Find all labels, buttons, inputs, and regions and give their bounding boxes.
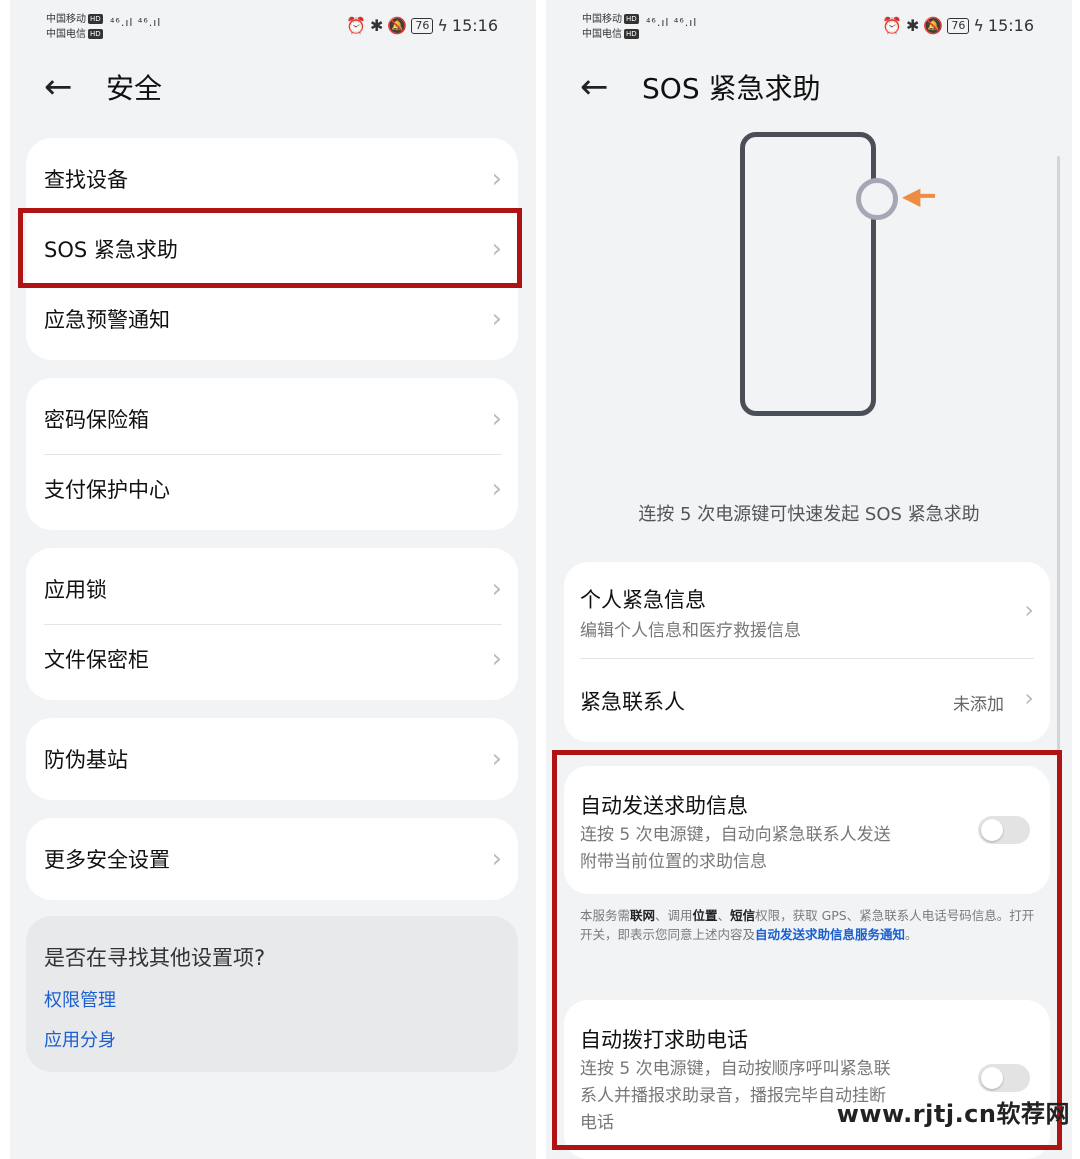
bluetooth-icon: ✱ bbox=[370, 16, 384, 35]
charging-icon: ϟ bbox=[437, 16, 448, 35]
settings-item-emergency-alerts[interactable]: 应急预警通知 › bbox=[26, 284, 518, 354]
link-app-twin[interactable]: 应用分身 bbox=[44, 1026, 116, 1052]
bell-off-icon: 🔕 bbox=[387, 16, 408, 35]
personal-emergency-info-item[interactable]: 个人紧急信息 编辑个人信息和医疗救援信息 › bbox=[564, 562, 1050, 658]
status-icons: ⏰ ✱ 🔕 76 ϟ 15:16 bbox=[882, 16, 1034, 35]
battery-icon: 76 bbox=[947, 17, 970, 34]
hd-badge: HD bbox=[624, 29, 639, 39]
illustration-caption: 连按 5 次电源键可快速发起 SOS 紧急求助 bbox=[638, 504, 980, 525]
carrier-info: 中国移动 HD 中国电信 HD bbox=[46, 12, 103, 42]
suggestion-card: 是否在寻找其他设置项? 权限管理 应用分身 bbox=[26, 916, 518, 1072]
link-permissions[interactable]: 权限管理 bbox=[44, 986, 116, 1012]
chevron-right-icon: › bbox=[1024, 596, 1034, 624]
alarm-icon: ⏰ bbox=[346, 16, 366, 35]
phone-illustration bbox=[740, 132, 876, 416]
power-button-indicator-icon bbox=[856, 178, 898, 220]
chevron-right-icon: › bbox=[491, 644, 502, 674]
carrier-label: 中国电信 bbox=[46, 29, 86, 40]
bluetooth-icon: ✱ bbox=[906, 16, 920, 35]
arrow-left-icon: ◀━ bbox=[902, 182, 935, 210]
page-header: ← SOS 紧急求助 bbox=[580, 62, 821, 112]
settings-group-3: 应用锁 › 文件保密柜 › bbox=[26, 548, 518, 700]
settings-item-label: 更多安全设置 bbox=[44, 848, 170, 872]
clock: 15:16 bbox=[451, 16, 498, 35]
settings-group-2: 密码保险箱 › 支付保护中心 › bbox=[26, 378, 518, 530]
chevron-right-icon: › bbox=[491, 164, 502, 194]
settings-item-file-safe[interactable]: 文件保密柜 › bbox=[26, 624, 518, 694]
chevron-right-icon: › bbox=[491, 404, 502, 434]
signal-icon: ⁴⁶.ıl ⁴⁶.ıl bbox=[646, 16, 698, 29]
settings-item-password-vault[interactable]: 密码保险箱 › bbox=[26, 384, 518, 454]
hd-badge: HD bbox=[88, 29, 103, 39]
settings-item-anti-fake-station[interactable]: 防伪基站 › bbox=[26, 724, 518, 794]
battery-icon: 76 bbox=[411, 17, 434, 34]
emergency-info-card: 个人紧急信息 编辑个人信息和医疗救援信息 › 紧急联系人 未添加 › bbox=[564, 562, 1050, 742]
page-title: 安全 bbox=[106, 72, 163, 105]
chevron-right-icon: › bbox=[1024, 684, 1034, 712]
settings-item-payment-protection[interactable]: 支付保护中心 › bbox=[26, 454, 518, 524]
page-header: ← 安全 bbox=[44, 62, 162, 112]
suggestion-title: 是否在寻找其他设置项? bbox=[44, 946, 266, 970]
status-bar: 中国移动 HD 中国电信 HD ⁴⁶.ıl ⁴⁶.ıl ⏰ ✱ 🔕 76 ϟ 15:… bbox=[546, 10, 1072, 44]
settings-item-label: 查找设备 bbox=[44, 168, 128, 192]
carrier-info: 中国移动 HD 中国电信 HD bbox=[582, 12, 639, 42]
carrier-label: 中国移动 bbox=[46, 14, 86, 25]
item-subtitle: 编辑个人信息和医疗救援信息 bbox=[580, 621, 801, 641]
settings-item-label: 支付保护中心 bbox=[44, 478, 170, 502]
clock: 15:16 bbox=[987, 16, 1034, 35]
sos-settings-screen: 中国移动 HD 中国电信 HD ⁴⁶.ıl ⁴⁶.ıl ⏰ ✱ 🔕 76 ϟ 15:… bbox=[546, 0, 1072, 1159]
status-bar: 中国移动 HD 中国电信 HD ⁴⁶.ıl ⁴⁶.ıl ⏰ ✱ 🔕 76 ϟ 15:… bbox=[10, 10, 536, 44]
chevron-right-icon: › bbox=[491, 844, 502, 874]
settings-group-5: 更多安全设置 › bbox=[26, 818, 518, 900]
carrier-label: 中国电信 bbox=[582, 29, 622, 40]
settings-item-label: 密码保险箱 bbox=[44, 408, 149, 432]
scrollbar[interactable] bbox=[1057, 156, 1060, 786]
item-title: 紧急联系人 bbox=[580, 690, 685, 714]
settings-item-label: 应用锁 bbox=[44, 578, 107, 602]
alarm-icon: ⏰ bbox=[882, 16, 902, 35]
highlight-box bbox=[552, 750, 1062, 1150]
page-title: SOS 紧急求助 bbox=[642, 72, 821, 105]
chevron-right-icon: › bbox=[491, 474, 502, 504]
settings-item-label: 文件保密柜 bbox=[44, 648, 149, 672]
settings-item-label: 防伪基站 bbox=[44, 748, 128, 772]
bell-off-icon: 🔕 bbox=[923, 16, 944, 35]
hd-badge: HD bbox=[624, 14, 639, 24]
chevron-right-icon: › bbox=[491, 574, 502, 604]
chevron-right-icon: › bbox=[491, 744, 502, 774]
divider bbox=[580, 658, 1034, 659]
arrow-left-icon[interactable]: ← bbox=[580, 67, 620, 107]
carrier-label: 中国移动 bbox=[582, 14, 622, 25]
signal-icon: ⁴⁶.ıl ⁴⁶.ıl bbox=[110, 16, 162, 29]
item-title: 个人紧急信息 bbox=[580, 588, 706, 612]
settings-item-label: 应急预警通知 bbox=[44, 308, 170, 332]
hd-badge: HD bbox=[88, 14, 103, 24]
chevron-right-icon: › bbox=[491, 304, 502, 334]
arrow-left-icon[interactable]: ← bbox=[44, 67, 84, 107]
security-settings-screen: 中国移动 HD 中国电信 HD ⁴⁶.ıl ⁴⁶.ıl ⏰ ✱ 🔕 76 ϟ 15:… bbox=[10, 0, 536, 1159]
settings-item-find-device[interactable]: 查找设备 › bbox=[26, 144, 518, 214]
settings-item-app-lock[interactable]: 应用锁 › bbox=[26, 554, 518, 624]
watermark: www.rjtj.cn软荐网 bbox=[836, 1100, 1070, 1128]
settings-item-more-security[interactable]: 更多安全设置 › bbox=[26, 824, 518, 894]
status-icons: ⏰ ✱ 🔕 76 ϟ 15:16 bbox=[346, 16, 498, 35]
item-value: 未添加 bbox=[953, 695, 1004, 715]
emergency-contacts-item[interactable]: 紧急联系人 未添加 › bbox=[564, 660, 1050, 740]
charging-icon: ϟ bbox=[973, 16, 984, 35]
highlight-box bbox=[18, 208, 522, 288]
settings-group-4: 防伪基站 › bbox=[26, 718, 518, 800]
